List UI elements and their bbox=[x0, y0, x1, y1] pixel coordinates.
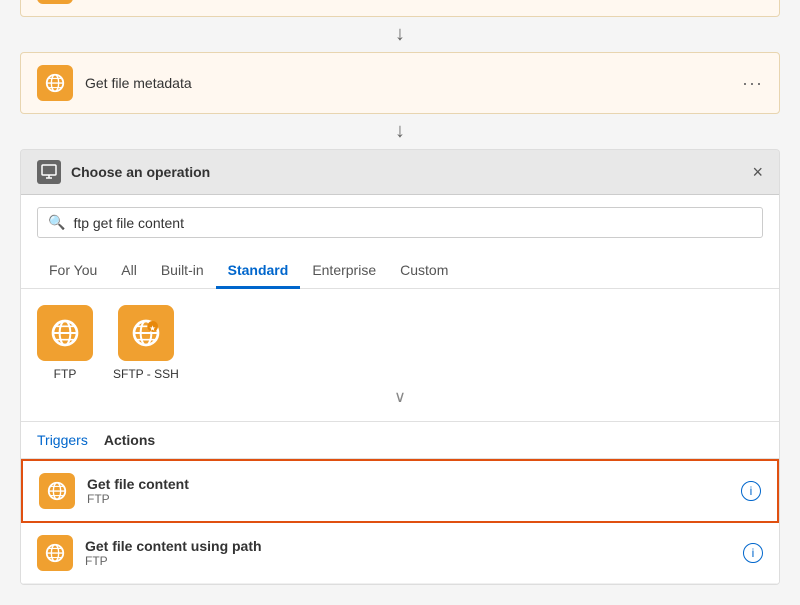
action2-type: FTP bbox=[85, 554, 743, 568]
action2-icon bbox=[37, 535, 73, 571]
search-icon: 🔍 bbox=[48, 214, 65, 231]
flow-step-2: Get file metadata ··· bbox=[20, 52, 780, 114]
action1-name: Get file content bbox=[87, 476, 741, 492]
panel-icon-svg bbox=[41, 164, 57, 180]
close-button[interactable]: × bbox=[752, 163, 763, 181]
tab-enterprise[interactable]: Enterprise bbox=[300, 254, 388, 289]
ftp-label: FTP bbox=[54, 367, 77, 381]
connector-ftp[interactable]: FTP bbox=[37, 305, 93, 381]
action2-info: Get file content using path FTP bbox=[85, 538, 743, 568]
action2-globe-icon bbox=[44, 542, 66, 564]
svg-text:★: ★ bbox=[150, 324, 157, 332]
arrow-1: ↓ bbox=[20, 17, 780, 52]
sftp-icon: ★ bbox=[118, 305, 174, 361]
tab-standard[interactable]: Standard bbox=[216, 254, 301, 289]
ftp-icon bbox=[37, 305, 93, 361]
search-box: 🔍 bbox=[37, 207, 763, 238]
connectors-grid: FTP ★ SFTP - SSH bbox=[37, 305, 763, 381]
ftp-globe-icon bbox=[49, 317, 81, 349]
step2-icon bbox=[37, 65, 73, 101]
expand-chevron[interactable]: ∨ bbox=[37, 381, 763, 413]
sftp-label: SFTP - SSH bbox=[113, 367, 179, 381]
search-container: 🔍 bbox=[21, 195, 779, 246]
action-item-get-file-content[interactable]: Get file content FTP i bbox=[21, 459, 779, 523]
panel-header-icon bbox=[37, 160, 61, 184]
arrow-2: ↓ bbox=[20, 114, 780, 149]
action-item-get-file-content-path[interactable]: Get file content using path FTP i bbox=[21, 523, 779, 584]
action1-type: FTP bbox=[87, 492, 741, 506]
search-input[interactable] bbox=[73, 215, 752, 231]
panel-title: Choose an operation bbox=[71, 164, 210, 180]
action1-icon bbox=[39, 473, 75, 509]
step2-label: Get file metadata bbox=[85, 75, 742, 91]
actions-area: Triggers Actions bbox=[21, 422, 779, 584]
subtab-actions[interactable]: Actions bbox=[104, 432, 155, 459]
tabs-container: For You All Built-in Standard Enterprise… bbox=[21, 246, 779, 289]
step1-icon bbox=[37, 0, 73, 4]
globe-icon-2 bbox=[44, 72, 66, 94]
sftp-icon-svg: ★ bbox=[130, 317, 162, 349]
subtab-triggers[interactable]: Triggers bbox=[37, 432, 88, 459]
action1-info: Get file content FTP bbox=[87, 476, 741, 506]
step2-more[interactable]: ··· bbox=[742, 73, 763, 94]
action-list: Get file content FTP i bbox=[21, 459, 779, 584]
action1-help[interactable]: i bbox=[741, 481, 761, 501]
action1-globe-icon bbox=[46, 480, 68, 502]
sub-tabs: Triggers Actions bbox=[21, 422, 779, 459]
action2-help[interactable]: i bbox=[743, 543, 763, 563]
choose-header: Choose an operation × bbox=[21, 150, 779, 195]
tab-custom[interactable]: Custom bbox=[388, 254, 460, 289]
action2-name: Get file content using path bbox=[85, 538, 743, 554]
flow-step-1: When a file is added or modified (proper… bbox=[20, 0, 780, 17]
connectors-area: FTP ★ SFTP - SSH bbox=[21, 289, 779, 422]
choose-header-left: Choose an operation bbox=[37, 160, 210, 184]
choose-operation-panel: Choose an operation × 🔍 For You All Buil… bbox=[20, 149, 780, 585]
tab-for-you[interactable]: For You bbox=[37, 254, 109, 289]
tab-all[interactable]: All bbox=[109, 254, 149, 289]
connector-sftp[interactable]: ★ SFTP - SSH bbox=[113, 305, 179, 381]
tab-built-in[interactable]: Built-in bbox=[149, 254, 216, 289]
